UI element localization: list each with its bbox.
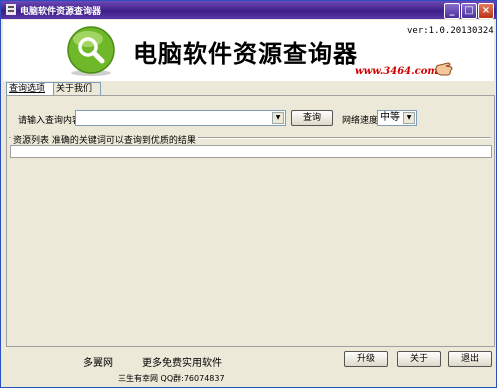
chevron-down-icon[interactable]: ▼	[403, 112, 415, 124]
header-banner: 电脑软件资源查询器 ver:1.0.20130324 www.3464.com	[3, 20, 494, 81]
app-window: 电脑软件资源查询器 _ □ × 电脑软件资源查询器 ver:1.0.201303…	[0, 0, 497, 388]
more-free-software-link[interactable]: 更多免费实用软件	[142, 354, 222, 369]
title-bar[interactable]: 电脑软件资源查询器 _ □ ×	[1, 1, 496, 19]
close-button[interactable]: ×	[478, 3, 494, 19]
app-icon	[6, 4, 16, 15]
exit-button[interactable]: 退出	[448, 351, 492, 367]
window-title: 电脑软件资源查询器	[20, 7, 102, 17]
tab-query-options[interactable]: 查询选项	[6, 82, 54, 95]
speed-label: 网络速度	[342, 116, 379, 126]
version-label: ver:1.0.20130324	[407, 26, 494, 36]
upgrade-button[interactable]: 升级	[344, 351, 388, 367]
results-list[interactable]	[10, 158, 490, 343]
speed-select[interactable]: 中等 ▼	[377, 110, 417, 126]
query-input[interactable]: ▼	[75, 110, 286, 126]
chevron-down-icon[interactable]: ▼	[272, 112, 284, 124]
app-title: 电脑软件资源查询器	[133, 40, 358, 68]
about-button[interactable]: 关于	[397, 351, 441, 367]
website-link[interactable]: www.3464.com	[355, 66, 438, 77]
minimize-button[interactable]: _	[444, 3, 460, 19]
tab-about-us[interactable]: 关于我们	[53, 82, 101, 95]
pointing-hand-icon	[435, 62, 453, 76]
status-bar-text: 三生有幸网 QQ群:76074837	[118, 374, 225, 383]
duoyi-link[interactable]: 多翼网	[83, 354, 113, 369]
results-list-header	[10, 145, 492, 158]
speed-value: 中等	[380, 112, 400, 123]
search-button[interactable]: 查询	[291, 110, 333, 126]
maximize-button[interactable]: □	[461, 3, 477, 19]
query-label: 请输入查询内容	[18, 116, 82, 126]
footer-bar: 多翼网 更多免费实用软件 升级 关于 退出	[6, 347, 493, 385]
magnifier-logo-icon	[67, 26, 115, 76]
